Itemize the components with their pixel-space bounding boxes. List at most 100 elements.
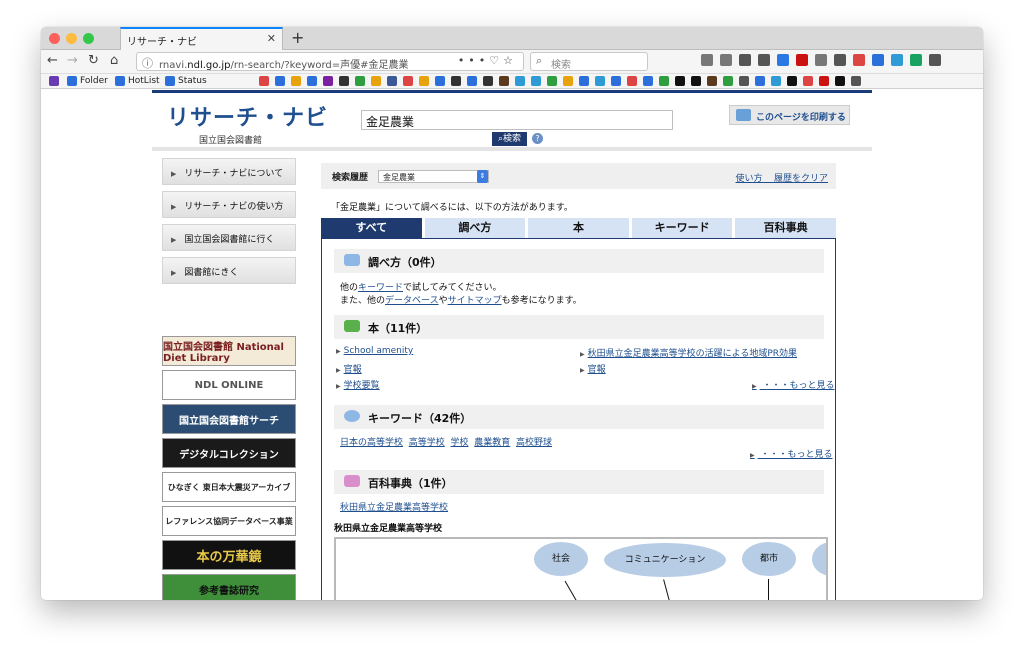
- banner-hinagiku[interactable]: ひなぎく 東日本大震災アーカイブ: [162, 472, 296, 502]
- encyclopedia-entry[interactable]: 秋田県立金足農業高等学校: [340, 500, 448, 513]
- book-item[interactable]: ▶ 官報: [580, 362, 606, 375]
- bookmark-icon[interactable]: [355, 76, 365, 86]
- keyword-link-item[interactable]: 学校: [451, 438, 469, 448]
- sidebar-item-about[interactable]: ▶ リサーチ・ナビについて: [162, 158, 296, 185]
- bookmark-icon[interactable]: [787, 76, 797, 86]
- bookmark-status[interactable]: Status: [165, 76, 207, 86]
- extension-icon[interactable]: [891, 54, 903, 66]
- banner-ndl-search[interactable]: 国立国会図書館サーチ: [162, 404, 296, 434]
- page-actions-icon[interactable]: •••♡☆: [458, 54, 517, 67]
- sidebar-item-ask[interactable]: ▶ 図書館にきく: [162, 257, 296, 284]
- pdf-icon[interactable]: [796, 54, 808, 66]
- extension-icon[interactable]: [739, 54, 751, 66]
- bookmark-icon[interactable]: [643, 76, 653, 86]
- sidebar-item-howto[interactable]: ▶ リサーチ・ナビの使い方: [162, 191, 296, 218]
- close-window-button[interactable]: [49, 33, 60, 44]
- menu-icon[interactable]: [929, 54, 941, 66]
- bookmark-icon[interactable]: [723, 76, 733, 86]
- bookmark-icon[interactable]: [323, 76, 333, 86]
- map-node[interactable]: 都市: [742, 542, 796, 576]
- library-icon[interactable]: [720, 54, 732, 66]
- database-link[interactable]: データベース: [385, 296, 439, 306]
- book-item[interactable]: ▶ 秋田県立金足農業高等学校の活躍による地域PR効果: [580, 346, 797, 359]
- bookmark-icon[interactable]: [563, 76, 573, 86]
- sitemap-link[interactable]: サイトマップ: [448, 296, 502, 306]
- book-item[interactable]: ▶ 学校要覧: [336, 378, 380, 391]
- banner-kaleidoscope[interactable]: 本の万華鏡: [162, 540, 296, 570]
- bookmark-hotlist[interactable]: HotList: [115, 76, 160, 86]
- bookmark-icon[interactable]: [531, 76, 541, 86]
- bookmark-icon[interactable]: [291, 76, 301, 86]
- extension-icon[interactable]: [834, 54, 846, 66]
- bookmark-icon[interactable]: [803, 76, 813, 86]
- bookmark-icon[interactable]: [739, 76, 749, 86]
- tab-all[interactable]: すべて: [321, 218, 422, 238]
- bookmark-icon[interactable]: [259, 76, 269, 86]
- download-icon[interactable]: [701, 54, 713, 66]
- keyword-link-item[interactable]: 日本の高等学校: [340, 438, 403, 448]
- tab-books[interactable]: 本: [528, 218, 629, 238]
- map-node-partial[interactable]: [812, 542, 826, 576]
- bookmark-icon[interactable]: [755, 76, 765, 86]
- bookmark-icon[interactable]: [691, 76, 701, 86]
- bookmark-icon[interactable]: [387, 76, 397, 86]
- more-bookmarks-icon[interactable]: [851, 76, 861, 86]
- minimize-window-button[interactable]: [66, 33, 77, 44]
- keywords-more-link[interactable]: ▶ ・・・もっと見る: [750, 447, 833, 460]
- book-item[interactable]: ▶ School amenity: [336, 346, 413, 356]
- bookmark-icon[interactable]: [707, 76, 717, 86]
- bookmark-icon[interactable]: [371, 76, 381, 86]
- back-icon[interactable]: ←: [47, 53, 58, 68]
- keyword-search-input[interactable]: 金足農業: [361, 110, 673, 130]
- clear-history-link[interactable]: 履歴をクリア: [774, 174, 828, 184]
- bookmark-icon[interactable]: [339, 76, 349, 86]
- extension-icon[interactable]: [910, 54, 922, 66]
- extension-icon[interactable]: [758, 54, 770, 66]
- book-item[interactable]: ▶ 官報: [336, 362, 362, 375]
- new-tab-button[interactable]: +: [291, 28, 304, 47]
- bookmark-icon[interactable]: [435, 76, 445, 86]
- bookmark-icon[interactable]: [627, 76, 637, 86]
- bookmark-icon[interactable]: [451, 76, 461, 86]
- bookmark-icon[interactable]: [675, 76, 685, 86]
- banner-bibliography[interactable]: 参考書誌研究: [162, 574, 296, 600]
- bookmark-icon[interactable]: [275, 76, 285, 86]
- browser-tab[interactable]: リサーチ・ナビ ✕: [120, 27, 283, 50]
- info-icon[interactable]: ⓘ: [142, 55, 153, 71]
- tab-howto[interactable]: 調べ方: [424, 218, 526, 238]
- bookmark-icon[interactable]: [499, 76, 509, 86]
- bookmark-icon[interactable]: [307, 76, 317, 86]
- sidebar-item-visit[interactable]: ▶ 国立国会図書館に行く: [162, 224, 296, 251]
- search-button[interactable]: ⌕検索: [492, 132, 527, 146]
- help-icon[interactable]: ?: [532, 133, 543, 144]
- bookmark-icon[interactable]: [547, 76, 557, 86]
- site-logo[interactable]: リサーチ・ナビ 国立国会図書館: [167, 100, 328, 146]
- bookmark-icon[interactable]: [611, 76, 621, 86]
- map-node[interactable]: コミュニケーション: [604, 543, 726, 577]
- keyword-link-item[interactable]: 農業教育: [474, 438, 510, 448]
- bookmark-icon[interactable]: [419, 76, 429, 86]
- keyword-link-item[interactable]: 高校野球: [516, 438, 552, 448]
- bookmark-icon[interactable]: [579, 76, 589, 86]
- browser-search-input[interactable]: ⌕ 検索: [530, 52, 648, 71]
- url-bar[interactable]: ⓘ rnavi.ndl.go.jp/rn-search/?keyword=声優#…: [136, 52, 524, 71]
- keyword-link[interactable]: キーワード: [358, 283, 403, 293]
- calendar-icon[interactable]: [872, 54, 884, 66]
- tab-close-icon[interactable]: ✕: [267, 32, 276, 45]
- keyword-link-item[interactable]: 高等学校: [409, 438, 445, 448]
- extension-icon[interactable]: [777, 54, 789, 66]
- home-icon[interactable]: ⌂: [110, 53, 118, 68]
- print-page-button[interactable]: このページを印刷する: [729, 105, 850, 125]
- maximize-window-button[interactable]: [83, 33, 94, 44]
- bookmark-icon[interactable]: [467, 76, 477, 86]
- bookmark-folder[interactable]: Folder: [67, 76, 108, 86]
- reader-icon[interactable]: [815, 54, 827, 66]
- map-node[interactable]: 社会: [534, 542, 588, 576]
- bookmark-icon[interactable]: [595, 76, 605, 86]
- gmail-icon[interactable]: [853, 54, 865, 66]
- bookmark-icon[interactable]: [483, 76, 493, 86]
- tab-keywords[interactable]: キーワード: [631, 218, 733, 238]
- history-select[interactable]: 金足農業 ⇕: [378, 170, 489, 183]
- usage-link[interactable]: 使い方: [736, 174, 763, 184]
- bookmark-icon[interactable]: [659, 76, 669, 86]
